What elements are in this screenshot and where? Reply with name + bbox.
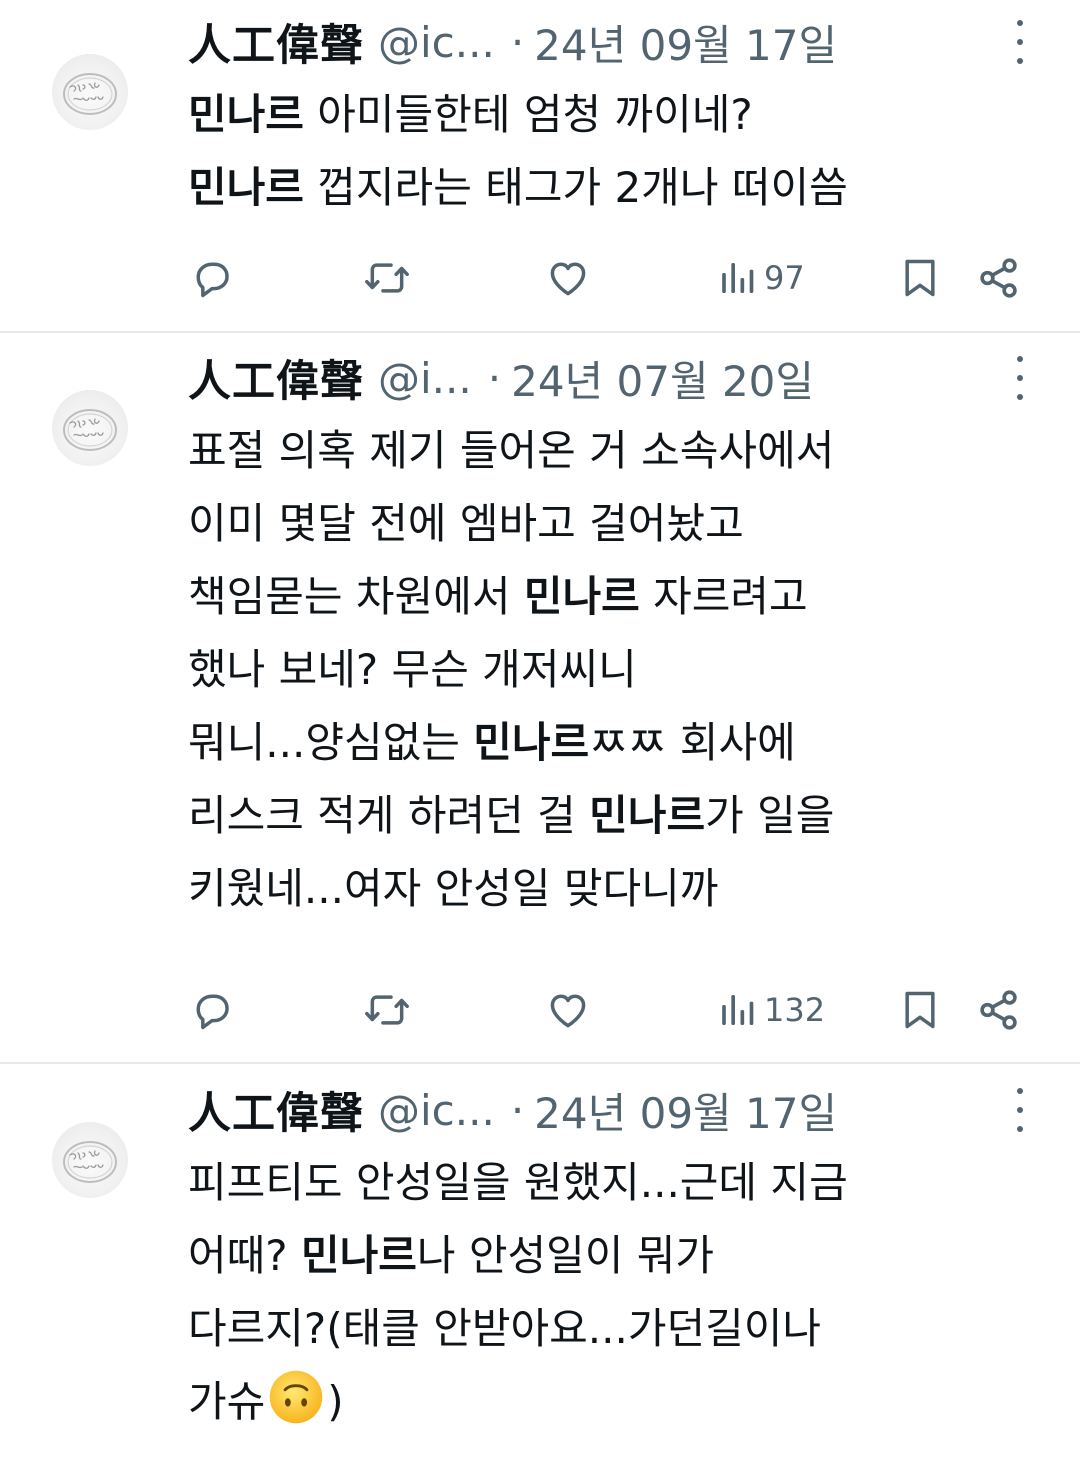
share-icon <box>976 987 1022 1033</box>
avatar-ring-image <box>63 1141 117 1183</box>
like-icon <box>545 988 591 1032</box>
share-button[interactable] <box>976 980 1022 1040</box>
tweet-text-line: 민나르 아미들한테 엄청 까이네? <box>188 78 1048 151</box>
tweet-text-line: 다르지?(태클 안받아요...가던길이나 <box>188 1292 1048 1365</box>
text-segment: 피프티도 안성일을 원했지...근데 지금 <box>188 1158 848 1207</box>
text-segment: 어때? <box>188 1231 301 1280</box>
highlighted-keyword: 민나르 <box>523 572 640 621</box>
more-icon[interactable] <box>1008 20 1032 64</box>
text-segment: 리스크 적게 하려던 걸 <box>188 791 590 840</box>
share-icon <box>976 255 1022 301</box>
highlighted-keyword: 민나르 <box>589 791 706 840</box>
text-segment: 나 안성일이 뭐가 <box>416 1231 715 1280</box>
tweet-text: 피프티도 안성일을 원했지...근데 지금어때? 민나르나 안성일이 뭐가다르지… <box>188 1146 1048 1438</box>
tweet-text-line: 피프티도 안성일을 원했지...근데 지금 <box>188 1146 1048 1219</box>
reply-icon <box>190 256 234 300</box>
views-icon <box>718 258 758 298</box>
tweet-divider <box>0 1062 1080 1064</box>
avatar-ring-image <box>63 409 117 451</box>
tweet-text-line: 했나 보네? 무슨 개저씨니 <box>188 633 1048 706</box>
views-button[interactable]: 132 <box>718 980 825 1040</box>
more-icon[interactable] <box>1008 356 1032 400</box>
retweet-icon <box>362 256 412 300</box>
header-separator: · <box>510 1085 525 1135</box>
reply-icon <box>190 988 234 1032</box>
retweet-button[interactable] <box>362 248 412 308</box>
tweet-text: 표절 의혹 제기 들어온 거 소속사에서이미 몇달 전에 엠바고 걸어놨고책임묻… <box>188 414 1048 925</box>
author-handle[interactable]: @ic... <box>378 18 495 67</box>
tweet-text: 민나르 아미들한테 엄청 까이네? 민나르 껍지라는 태그가 2개나 떠이씀 <box>188 78 1048 224</box>
text-segment: 가슈 <box>188 1377 266 1426</box>
tweet-text-line: 민나르 껍지라는 태그가 2개나 떠이씀 <box>188 151 1048 224</box>
tweet-text-line: 이미 몇달 전에 엠바고 걸어놨고 <box>188 487 1048 560</box>
header-separator: · <box>510 17 525 67</box>
highlighted-keyword: 민나르 <box>473 718 590 767</box>
tweet-actions: 97 <box>0 248 1080 308</box>
bookmark-button[interactable] <box>898 248 942 308</box>
text-segment: 자르려고 <box>639 572 808 621</box>
bookmark-icon <box>898 987 942 1033</box>
tweet-header: 人工偉聲 @i... · 24년 07월 20일 <box>188 348 814 408</box>
bookmark-button[interactable] <box>898 980 942 1040</box>
upside-down-face-emoji <box>267 1368 325 1426</box>
highlighted-keyword: 민나르 <box>188 90 304 139</box>
like-button[interactable] <box>545 248 591 308</box>
tweet-date[interactable]: 24년 09월 17일 <box>534 12 837 73</box>
text-segment: 아미들한테 엄청 까이네? <box>303 90 753 139</box>
highlighted-keyword: 민나르 <box>188 163 304 212</box>
author-name[interactable]: 人工偉聲 <box>188 347 364 409</box>
tweet-date[interactable]: 24년 07월 20일 <box>511 348 814 409</box>
retweet-icon <box>362 988 412 1032</box>
text-segment: 껍지라는 태그가 2개나 떠이씀 <box>303 163 848 212</box>
more-icon[interactable] <box>1008 1088 1032 1132</box>
author-handle[interactable]: @ic... <box>378 1086 495 1135</box>
tweet-date[interactable]: 24년 09월 17일 <box>534 1080 837 1141</box>
text-segment: 키웠네...여자 안성일 맞다니까 <box>188 864 719 913</box>
text-segment: 표절 의혹 제기 들어온 거 소속사에서 <box>188 426 835 475</box>
reply-button[interactable] <box>190 248 234 308</box>
tweet-text-line: 가슈 ) <box>188 1365 1048 1438</box>
tweet-text-line: 어때? 민나르나 안성일이 뭐가 <box>188 1219 1048 1292</box>
avatar[interactable] <box>52 1122 128 1198</box>
reply-button[interactable] <box>190 980 234 1040</box>
retweet-button[interactable] <box>362 980 412 1040</box>
text-segment: 책임묻는 차원에서 <box>188 572 524 621</box>
views-button[interactable]: 97 <box>718 248 805 308</box>
text-segment: 가 일을 <box>705 791 835 840</box>
tweet-text-line: 표절 의혹 제기 들어온 거 소속사에서 <box>188 414 1048 487</box>
tweet-text-line: 키웠네...여자 안성일 맞다니까 <box>188 852 1048 925</box>
tweet-text-line: 뭐니...양심없는 민나르ㅉㅉ 회사에 <box>188 706 1048 779</box>
tweet-text-line: 책임묻는 차원에서 민나르 자르려고 <box>188 560 1048 633</box>
header-separator: · <box>487 353 502 403</box>
text-segment: ) <box>327 1377 344 1426</box>
like-button[interactable] <box>545 980 591 1040</box>
author-handle[interactable]: @i... <box>378 354 472 403</box>
tweet-divider <box>0 331 1080 333</box>
text-segment: 했나 보네? 무슨 개저씨니 <box>188 645 637 694</box>
author-name[interactable]: 人工偉聲 <box>188 11 364 73</box>
text-segment: 이미 몇달 전에 엠바고 걸어놨고 <box>188 499 744 548</box>
like-icon <box>545 256 591 300</box>
views-count: 97 <box>764 259 805 297</box>
tweet-actions: 132 <box>0 980 1080 1040</box>
views-count: 132 <box>764 991 826 1029</box>
text-segment: 뭐니...양심없는 <box>188 718 474 767</box>
avatar[interactable] <box>52 390 128 466</box>
share-button[interactable] <box>976 248 1022 308</box>
author-name[interactable]: 人工偉聲 <box>188 1079 364 1141</box>
avatar-ring-image <box>63 73 117 115</box>
text-segment: ㅉㅉ 회사에 <box>589 718 796 767</box>
views-icon <box>718 990 758 1030</box>
bookmark-icon <box>898 255 942 301</box>
tweet-header: 人工偉聲 @ic... · 24년 09월 17일 <box>188 12 837 72</box>
avatar[interactable] <box>52 54 128 130</box>
tweet-header: 人工偉聲 @ic... · 24년 09월 17일 <box>188 1080 837 1140</box>
text-segment: 다르지?(태클 안받아요...가던길이나 <box>188 1304 822 1353</box>
highlighted-keyword: 민나르 <box>300 1231 417 1280</box>
tweet-text-line: 리스크 적게 하려던 걸 민나르가 일을 <box>188 779 1048 852</box>
